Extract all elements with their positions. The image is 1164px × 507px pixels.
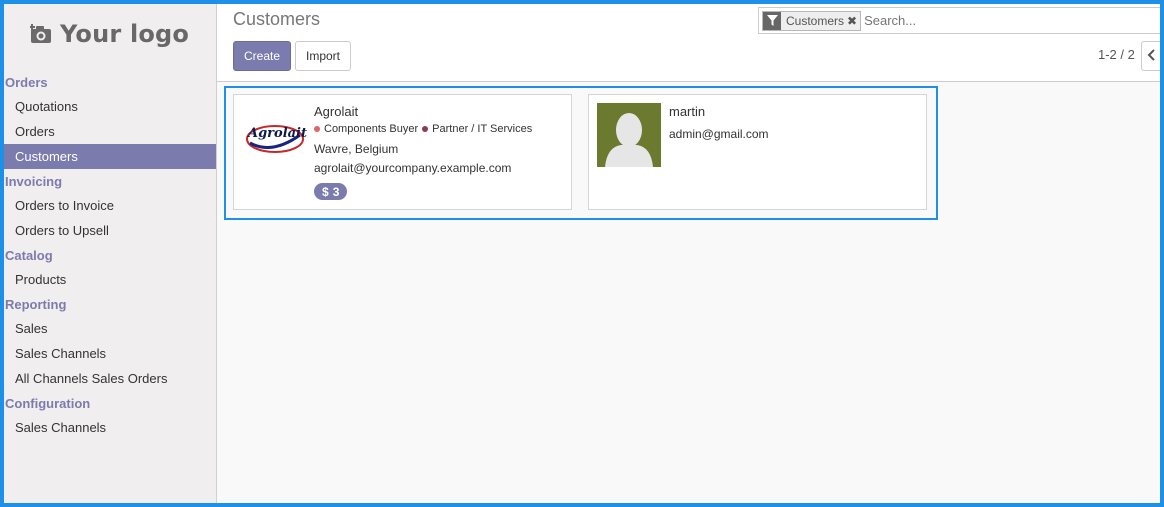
sidebar-section-invoicing: Invoicing — [5, 174, 63, 189]
camera-icon — [30, 24, 52, 44]
sidebar-item-sales-channels[interactable]: Sales Channels — [4, 341, 216, 366]
card-email: admin@gmail.com — [669, 127, 769, 141]
page-title: Customers — [233, 9, 321, 29]
sidebar-section-configuration: Configuration — [5, 396, 91, 411]
tag-color-dot — [422, 126, 429, 132]
chevron-left-icon — [1147, 48, 1155, 64]
card-title: Agrolait — [314, 104, 359, 119]
sidebar-item-config-sales-channels[interactable]: Sales Channels — [4, 415, 216, 440]
company-logo-image: Agrolait — [242, 113, 308, 161]
kanban-card-martin[interactable]: martin admin@gmail.com — [588, 94, 927, 210]
sidebar-item-orders-to-invoice[interactable]: Orders to Invoice — [4, 193, 216, 218]
card-location: Wavre, Belgium — [314, 142, 399, 156]
search-input[interactable] — [864, 13, 1145, 28]
sidebar-item-sales[interactable]: Sales — [4, 316, 216, 341]
search-bar[interactable]: Customers ✖ — [758, 7, 1160, 34]
sidebar-item-orders-to-upsell[interactable]: Orders to Upsell — [4, 218, 216, 243]
dollar-icon: $ — [322, 184, 329, 199]
card-tags: Components Buyer Partner / IT Services — [314, 123, 536, 135]
default-avatar-icon — [597, 103, 661, 167]
import-button[interactable]: Import — [295, 41, 351, 71]
facet-remove-icon[interactable]: ✖ — [847, 14, 860, 28]
tag-components-buyer: Components Buyer — [314, 123, 418, 135]
main-content: Customers Customers ✖ Create Import 1-2 … — [217, 4, 1160, 503]
tag-label: Components Buyer — [324, 123, 419, 135]
card-email: agrolait@yourcompany.example.com — [314, 161, 512, 175]
search-facet[interactable]: Customers ✖ — [762, 10, 862, 31]
create-button[interactable]: Create — [233, 41, 291, 71]
sidebar-item-all-channels-sales-orders[interactable]: All Channels Sales Orders — [4, 366, 216, 391]
tag-partner-it-services: Partner / IT Services — [422, 123, 532, 135]
sales-orders-badge[interactable]: $ 3 — [314, 183, 348, 200]
sidebar-section-reporting: Reporting — [5, 297, 67, 312]
sidebar-item-quotations[interactable]: Quotations — [4, 94, 216, 119]
sidebar: Your logo Orders Quotations Orders Custo… — [4, 4, 217, 503]
control-panel: Customers Customers ✖ Create Import 1-2 … — [217, 4, 1160, 82]
badge-count: 3 — [332, 184, 340, 199]
tag-color-dot — [314, 126, 320, 132]
logo-text: Your logo — [60, 20, 190, 48]
sidebar-section-orders: Orders — [5, 75, 48, 90]
pager-value[interactable]: 1-2 / 2 — [1098, 47, 1135, 62]
tag-label: Partner / IT Services — [432, 123, 533, 135]
agrolait-logo-text: Agrolait — [246, 126, 307, 141]
kanban-card-agrolait[interactable]: Agrolait Agrolait Components Buyer Partn… — [233, 94, 572, 210]
pager-previous-button[interactable] — [1141, 41, 1160, 71]
sidebar-section-catalog: Catalog — [5, 248, 53, 263]
search-facet-value: Customers — [786, 13, 845, 28]
company-logo[interactable]: Your logo — [30, 20, 189, 48]
sidebar-item-orders[interactable]: Orders — [4, 119, 216, 144]
card-title: martin — [669, 104, 706, 119]
sidebar-menu: Orders Quotations Orders Customers Invoi… — [4, 70, 216, 440]
sidebar-item-products[interactable]: Products — [4, 267, 216, 292]
sidebar-item-customers[interactable]: Customers — [4, 144, 216, 169]
filter-icon — [763, 11, 781, 30]
